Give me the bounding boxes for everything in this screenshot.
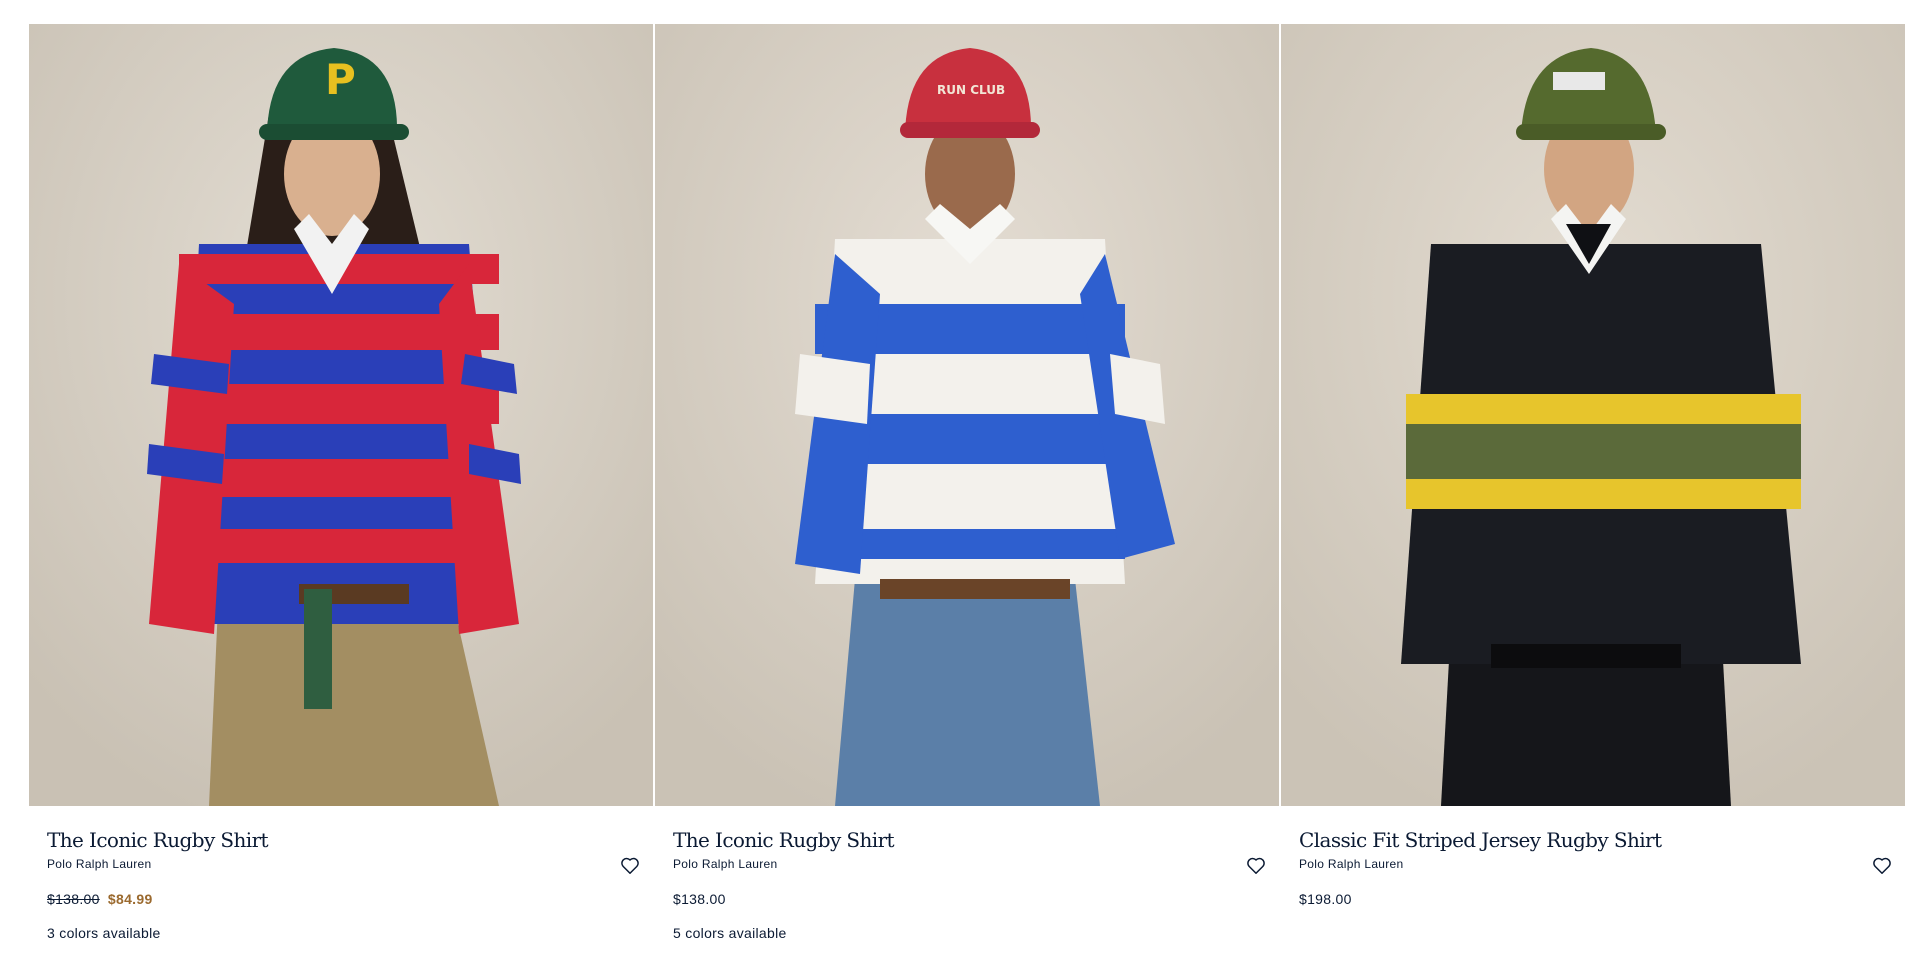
product-image[interactable] (1281, 24, 1905, 806)
product-image[interactable]: RUN CLUB (655, 24, 1279, 806)
product-info: The Iconic Rugby Shirt Polo Ralph Lauren… (29, 828, 653, 942)
product-card[interactable]: P The Iconic Rugby Shirt Polo Ralph Laur… (29, 24, 653, 942)
sale-price: $84.99 (107, 891, 153, 907)
heart-outline-icon[interactable] (1245, 854, 1267, 876)
product-title[interactable]: Classic Fit Striped Jersey Rugby Shirt (1299, 828, 1887, 852)
product-card[interactable]: RUN CLUB The Iconic Rugby Shirt Polo Ral… (655, 24, 1279, 942)
product-brand: Polo Ralph Lauren (47, 857, 152, 871)
product-info: Classic Fit Striped Jersey Rugby Shirt P… (1281, 828, 1905, 908)
price-row: $138.00 (673, 890, 1261, 908)
original-price: $138.00 (47, 891, 100, 907)
product-info: The Iconic Rugby Shirt Polo Ralph Lauren… (655, 828, 1279, 942)
price-row: $138.00 $84.99 (47, 890, 635, 908)
product-title[interactable]: The Iconic Rugby Shirt (673, 828, 1261, 852)
heart-outline-icon[interactable] (1871, 854, 1893, 876)
product-brand: Polo Ralph Lauren (1299, 857, 1404, 871)
product-card[interactable]: Classic Fit Striped Jersey Rugby Shirt P… (1281, 24, 1905, 942)
svg-text:P: P (325, 55, 356, 104)
product-grid: P The Iconic Rugby Shirt Polo Ralph Laur… (29, 24, 1905, 942)
colors-available[interactable]: 5 colors available (673, 924, 1261, 942)
price: $138.00 (673, 891, 726, 907)
colors-available[interactable]: 3 colors available (47, 924, 635, 942)
price-row: $198.00 (1299, 890, 1887, 908)
price: $198.00 (1299, 891, 1352, 907)
heart-outline-icon[interactable] (619, 854, 641, 876)
svg-text:RUN CLUB: RUN CLUB (937, 83, 1005, 97)
product-image[interactable]: P (29, 24, 653, 806)
product-brand: Polo Ralph Lauren (673, 857, 778, 871)
product-title[interactable]: The Iconic Rugby Shirt (47, 828, 635, 852)
